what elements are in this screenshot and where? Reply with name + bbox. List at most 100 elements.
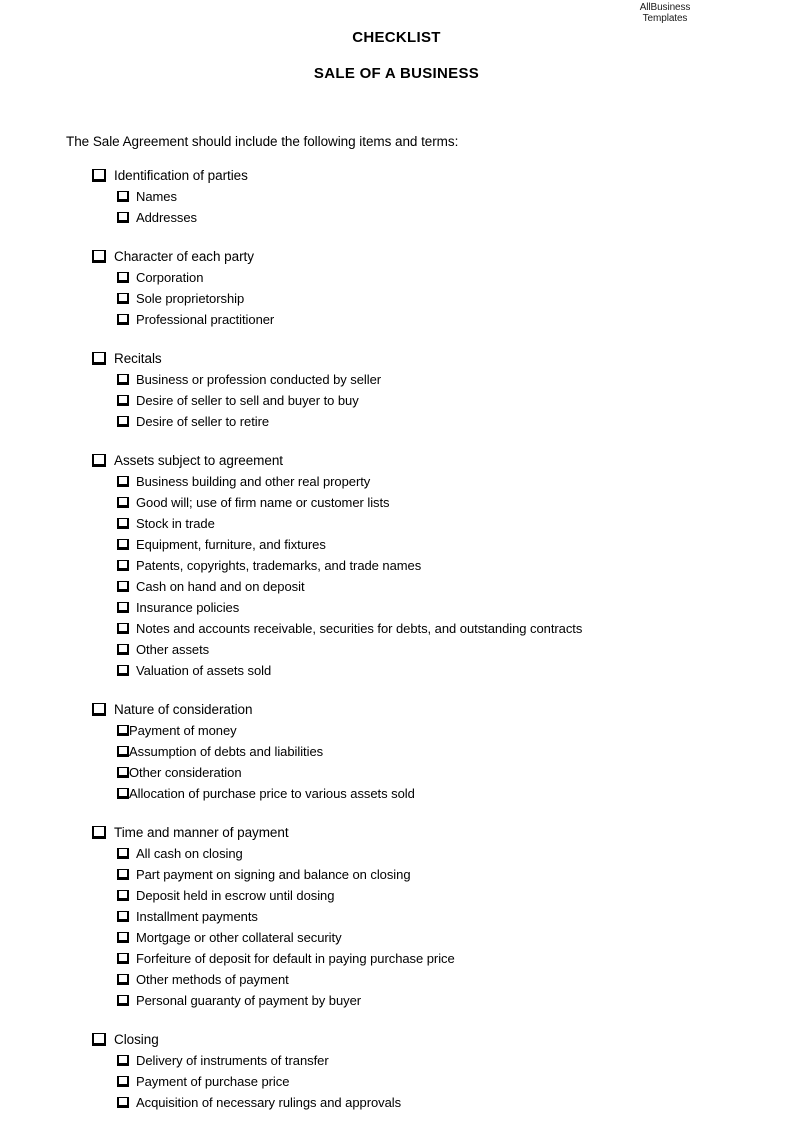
checkbox-icon[interactable] [117, 560, 129, 571]
checklist-subitem[interactable]: Acquisition of necessary rulings and app… [66, 1092, 746, 1113]
checklist-section-item[interactable]: Nature of consideration [66, 699, 746, 720]
checklist-subitem[interactable]: Professional practitioner [66, 309, 746, 330]
checkbox-icon[interactable] [92, 454, 106, 467]
checklist-subitem[interactable]: All cash on closing [66, 843, 746, 864]
checklist-subitem[interactable]: Business or profession conducted by sell… [66, 369, 746, 390]
checklist-subitem[interactable]: Other assets [66, 639, 746, 660]
intro-text: The Sale Agreement should include the fo… [66, 134, 459, 149]
checklist-subitem[interactable]: Addresses [66, 207, 746, 228]
checklist-subitem[interactable]: Other methods of payment [66, 969, 746, 990]
document-page: AllBusiness Templates CHECKLIST SALE OF … [0, 0, 793, 1122]
checklist-section-item[interactable]: Character of each party [66, 246, 746, 267]
checkbox-icon[interactable] [117, 395, 129, 406]
checklist-section: Character of each party Corporation Sole p… [66, 246, 746, 330]
checklist-subitem[interactable]: Sole proprietorship [66, 288, 746, 309]
checkbox-icon[interactable] [92, 703, 106, 716]
checklist-subitem-label: Corporation [136, 270, 204, 285]
checklist-subitem[interactable]: Good will; use of firm name or customer … [66, 492, 746, 513]
checklist-subitem[interactable]: Payment of money [66, 720, 746, 741]
checkbox-icon[interactable] [117, 1076, 129, 1087]
checkbox-icon[interactable] [117, 416, 129, 427]
checklist-subitem[interactable]: Mortgage or other collateral security [66, 927, 746, 948]
checklist-subitem[interactable]: Names [66, 186, 746, 207]
checklist-subitem[interactable]: Valuation of assets sold [66, 660, 746, 681]
checklist-section-item[interactable]: Time and manner of payment [66, 822, 746, 843]
checklist-section-item[interactable]: Recitals [66, 348, 746, 369]
checkbox-icon[interactable] [117, 623, 129, 634]
checklist-subitem-label: Stock in trade [136, 516, 215, 531]
checklist-section-heading: Character of each party [114, 249, 254, 264]
checklist-subitem[interactable]: Assumption of debts and liabilities [66, 741, 746, 762]
checkbox-icon[interactable] [117, 539, 129, 550]
checklist-subitem[interactable]: Part payment on signing and balance on c… [66, 864, 746, 885]
checklist-subitem[interactable]: Payment of purchase price [66, 1071, 746, 1092]
checkbox-icon[interactable] [117, 869, 129, 880]
checklist-subitem-label: Assumption of debts and liabilities [129, 744, 324, 759]
checklist-section-heading: Time and manner of payment [114, 825, 289, 840]
checklist-section-heading: Recitals [114, 351, 162, 366]
checkbox-icon[interactable] [117, 1097, 129, 1108]
checkbox-icon[interactable] [117, 788, 129, 799]
checkbox-icon[interactable] [117, 272, 129, 283]
checkbox-icon[interactable] [117, 212, 129, 223]
checklist-subitem-label: Payment of purchase price [136, 1074, 290, 1089]
checkbox-icon[interactable] [92, 169, 106, 182]
checkbox-icon[interactable] [117, 644, 129, 655]
checklist-subitem[interactable]: Desire of seller to retire [66, 411, 746, 432]
checkbox-icon[interactable] [117, 665, 129, 676]
checkbox-icon[interactable] [117, 476, 129, 487]
checklist-section-item[interactable]: Identification of parties [66, 165, 746, 186]
page-subtitle: SALE OF A BUSINESS [313, 65, 480, 82]
checkbox-icon[interactable] [117, 1055, 129, 1066]
checkbox-icon[interactable] [92, 1033, 106, 1046]
checklist-subitem[interactable]: Installment payments [66, 906, 746, 927]
allbusiness-templates-logo: AllBusiness Templates [605, 2, 725, 24]
checkbox-icon[interactable] [117, 995, 129, 1006]
checkbox-icon[interactable] [92, 352, 106, 365]
checklist-subitem[interactable]: Deposit held in escrow until dosing [66, 885, 746, 906]
checklist-subitem[interactable]: Allocation of purchase price to various … [66, 783, 746, 804]
title-block: CHECKLIST SALE OF A BUSINESS [0, 28, 793, 83]
checkbox-icon[interactable] [117, 911, 129, 922]
checklist-subitem[interactable]: Cash on hand and on deposit [66, 576, 746, 597]
checkbox-icon[interactable] [92, 826, 106, 839]
checklist-subitem-label: Other methods of payment [136, 972, 289, 987]
checkbox-icon[interactable] [117, 374, 129, 385]
checklist-subitem[interactable]: Other consideration [66, 762, 746, 783]
checklist-section-item[interactable]: Assets subject to agreement [66, 450, 746, 471]
checkbox-icon[interactable] [117, 518, 129, 529]
checklist-subitem-label: Part payment on signing and balance on c… [136, 867, 411, 882]
checkbox-icon[interactable] [117, 890, 129, 901]
checkbox-icon[interactable] [117, 293, 129, 304]
checkbox-icon[interactable] [117, 191, 129, 202]
checklist-subitem[interactable]: Personal guaranty of payment by buyer [66, 990, 746, 1011]
checkbox-icon[interactable] [117, 581, 129, 592]
checklist-subitem[interactable]: Stock in trade [66, 513, 746, 534]
checklist-subitem[interactable]: Forfeiture of deposit for default in pay… [66, 948, 746, 969]
checklist-section: Closing Delivery of instruments of transf… [66, 1029, 746, 1113]
checkbox-icon[interactable] [117, 848, 129, 859]
checklist-subitem[interactable]: Equipment, furniture, and fixtures [66, 534, 746, 555]
checklist-subitem[interactable]: Notes and accounts receivable, securitie… [66, 618, 746, 639]
checkbox-icon[interactable] [117, 725, 129, 736]
checkbox-icon[interactable] [92, 250, 106, 263]
checkbox-icon[interactable] [117, 602, 129, 613]
checklist-subitem[interactable]: Insurance policies [66, 597, 746, 618]
checklist-subitem[interactable]: Delivery of instruments of transfer [66, 1050, 746, 1071]
checkbox-icon[interactable] [117, 767, 129, 778]
checklist-subitem-label: Sole proprietorship [136, 291, 245, 306]
checkbox-icon[interactable] [117, 746, 129, 757]
checklist-subitem-label: Business building and other real propert… [136, 474, 371, 489]
checklist-section-item[interactable]: Closing [66, 1029, 746, 1050]
checklist-subitem-label: Mortgage or other collateral security [136, 930, 342, 945]
checkbox-icon[interactable] [117, 497, 129, 508]
checklist-subitem[interactable]: Patents, copyrights, trademarks, and tra… [66, 555, 746, 576]
checkbox-icon[interactable] [117, 314, 129, 325]
checklist-subitem[interactable]: Business building and other real propert… [66, 471, 746, 492]
checkbox-icon[interactable] [117, 953, 129, 964]
checkbox-icon[interactable] [117, 932, 129, 943]
checklist-subitem[interactable]: Desire of seller to sell and buyer to bu… [66, 390, 746, 411]
checklist-subitem[interactable]: Corporation [66, 267, 746, 288]
checklist-subitem-label: Good will; use of firm name or customer … [136, 495, 390, 510]
checkbox-icon[interactable] [117, 974, 129, 985]
